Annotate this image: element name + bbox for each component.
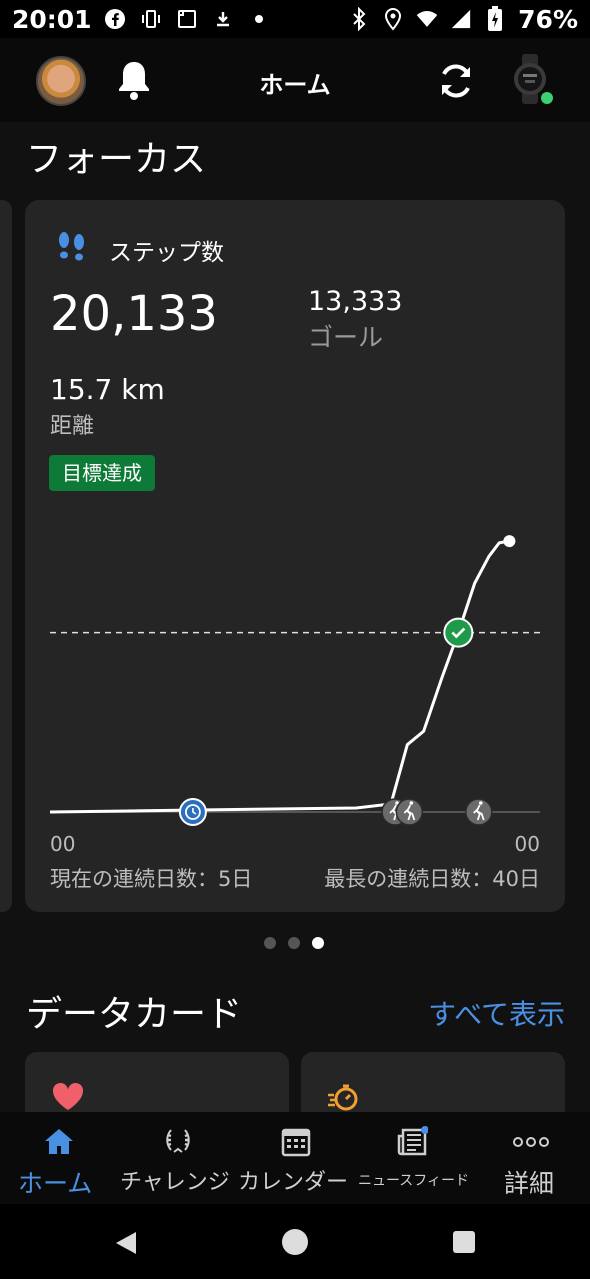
steps-end-point bbox=[503, 535, 516, 548]
back-icon[interactable] bbox=[112, 1229, 140, 1257]
goal-value: 13,333 bbox=[308, 286, 403, 317]
pager-dot[interactable] bbox=[264, 937, 276, 949]
vibrate-icon bbox=[140, 8, 162, 30]
nav-calendar[interactable]: カレンダー bbox=[238, 1112, 354, 1204]
current-streak: 現在の連続日数：5日 bbox=[50, 867, 253, 891]
longest-streak: 最長の連続日数：40日 bbox=[324, 867, 540, 891]
nav-newsfeed-label: ニュースフィード bbox=[358, 1173, 470, 1189]
steps-chart bbox=[49, 535, 540, 826]
calendar-icon bbox=[280, 1126, 312, 1158]
battery-charging-icon bbox=[484, 6, 506, 31]
carousel-pager bbox=[264, 937, 324, 949]
footsteps-icon bbox=[55, 231, 89, 265]
card-title: ステップ数 bbox=[109, 240, 224, 266]
screenshot-icon bbox=[176, 8, 198, 30]
nav-newsfeed[interactable]: ニュースフィード bbox=[354, 1112, 472, 1204]
bottom-navigation: ホーム チャレンジ カレンダー ニュースフィード 詳細 bbox=[0, 1112, 590, 1204]
home-icon bbox=[43, 1126, 75, 1158]
nav-challenges-label: チャレンジ bbox=[120, 1170, 230, 1195]
sync-icon[interactable] bbox=[434, 59, 478, 103]
nav-home[interactable]: ホーム bbox=[0, 1112, 118, 1204]
download-icon bbox=[212, 8, 234, 30]
newsfeed-icon bbox=[396, 1126, 429, 1158]
steps-focus-card[interactable]: ステップ数 20,133 13,333 ゴール 15.7 km 距離 目標達成 … bbox=[25, 200, 565, 912]
nav-more[interactable]: 詳細 bbox=[472, 1112, 590, 1204]
steps-line bbox=[49, 539, 510, 814]
home-circle-icon[interactable] bbox=[281, 1228, 309, 1256]
laurel-icon bbox=[162, 1126, 194, 1158]
facebook-icon bbox=[104, 8, 126, 30]
walk-marker-head bbox=[409, 801, 414, 805]
status-time: 20:01 bbox=[12, 4, 92, 34]
stopwatch-icon bbox=[327, 1082, 361, 1112]
status-bar: 20:01 76% bbox=[0, 0, 590, 38]
location-icon bbox=[382, 7, 404, 31]
walk-marker-head bbox=[478, 801, 483, 805]
page-title: ホーム bbox=[259, 71, 331, 99]
goal-achieved-badge: 目標達成 bbox=[49, 455, 155, 491]
system-navigation-bar bbox=[0, 1204, 590, 1279]
pager-dot[interactable] bbox=[288, 937, 300, 949]
steps-value: 20,133 bbox=[50, 286, 218, 342]
heart-icon bbox=[51, 1082, 85, 1112]
nav-challenges[interactable]: チャレンジ bbox=[118, 1112, 238, 1204]
distance-label: 距離 bbox=[50, 414, 95, 439]
recents-icon[interactable] bbox=[452, 1230, 476, 1254]
app-header: ホーム bbox=[0, 38, 590, 122]
battery-percent: 76% bbox=[518, 4, 578, 34]
signal-icon bbox=[450, 8, 472, 30]
more-icon bbox=[512, 1126, 549, 1158]
nav-more-label: 詳細 bbox=[504, 1169, 555, 1198]
previous-card-edge[interactable] bbox=[0, 200, 12, 912]
bluetooth-icon bbox=[348, 7, 370, 31]
x-axis-end-label: 00 bbox=[514, 832, 540, 856]
wifi-icon bbox=[416, 8, 438, 30]
goal-check-marker bbox=[443, 617, 474, 648]
distance-value: 15.7 km bbox=[50, 373, 165, 406]
watch-connected-dot bbox=[541, 92, 553, 104]
pager-dot-active[interactable] bbox=[312, 937, 324, 949]
x-axis-start-label: 00 bbox=[50, 832, 76, 856]
see-all-link[interactable]: すべて表示 bbox=[428, 993, 565, 1033]
nav-home-label: ホーム bbox=[18, 1169, 93, 1198]
dot-icon bbox=[248, 8, 270, 30]
data-cards-title: データカード bbox=[26, 994, 243, 1035]
goal-label: ゴール bbox=[308, 323, 384, 352]
nav-calendar-label: カレンダー bbox=[238, 1170, 349, 1195]
focus-section-title: フォーカス bbox=[26, 139, 207, 180]
